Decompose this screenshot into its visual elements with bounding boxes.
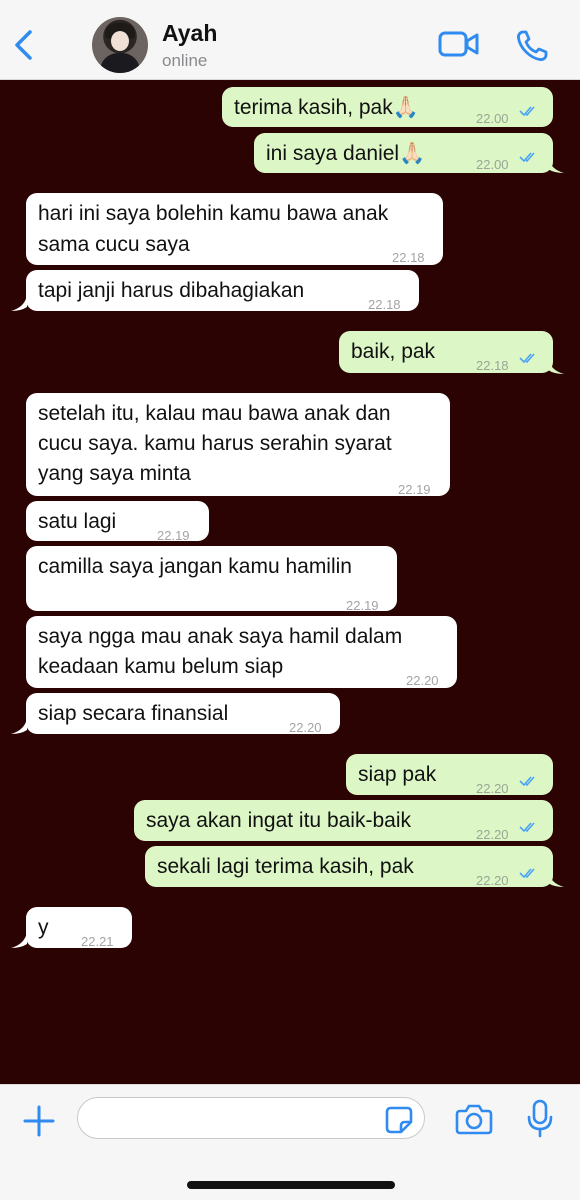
read-receipt-icon	[519, 822, 535, 833]
outgoing-message[interactable]: saya akan ingat itu baik-baik 22.20	[134, 800, 553, 842]
message-text-line: setelah itu, kalau mau bawa anak dan	[38, 402, 391, 425]
message-time: 22.18	[392, 250, 425, 265]
plus-icon	[23, 1105, 55, 1137]
bubble-tail	[548, 157, 564, 173]
message-input[interactable]	[77, 1097, 425, 1139]
bubble-tail	[548, 358, 564, 374]
message-text: terima kasih, pak🙏🏻	[234, 96, 419, 119]
incoming-message[interactable]: siap secara finansial 22.20	[26, 693, 340, 735]
contact-avatar[interactable]	[92, 17, 148, 73]
chat-header: Ayah online	[0, 0, 580, 80]
camera-button[interactable]	[455, 1103, 493, 1135]
message-text: baik, pak	[351, 340, 436, 363]
message-text-line: cucu saya. kamu harus serahin syarat	[38, 432, 392, 455]
incoming-message[interactable]: y 22.21	[26, 907, 132, 949]
video-call-icon	[438, 31, 479, 57]
message-text: sekali lagi terima kasih, pak	[157, 855, 414, 878]
message-time: 22.20	[289, 720, 322, 735]
message-text-line: saya ngga mau anak saya hamil dalam	[38, 625, 403, 648]
incoming-message[interactable]: saya ngga mau anak saya hamil dalam kead…	[26, 616, 457, 688]
video-call-button[interactable]	[438, 30, 480, 58]
incoming-message[interactable]: hari ini saya bolehin kamu bawa anak sam…	[26, 193, 443, 265]
contact-status: online	[162, 51, 208, 70]
sticker-button[interactable]	[384, 1105, 414, 1135]
outgoing-message[interactable]: sekali lagi terima kasih, pak 22.20	[145, 846, 553, 888]
voice-call-button[interactable]	[515, 29, 549, 63]
bubble-tail	[548, 871, 564, 887]
message-time: 22.00	[476, 111, 509, 126]
read-receipt-icon	[519, 106, 535, 117]
microphone-button[interactable]	[525, 1099, 555, 1139]
message-text: satu lagi	[38, 510, 117, 533]
message-time: 22.20	[406, 673, 439, 688]
incoming-message[interactable]: camilla saya jangan kamu hamilin 22.19	[26, 546, 397, 613]
message-time: 22.19	[398, 482, 431, 497]
camera-icon	[455, 1104, 493, 1135]
message-time: 22.20	[476, 873, 509, 888]
message-text-line: sama cucu saya	[38, 233, 190, 256]
read-receipt-icon	[519, 152, 535, 163]
message-time: 22.00	[476, 157, 509, 172]
outgoing-message[interactable]: ini saya daniel🙏🏻 22.00	[254, 133, 553, 173]
message-text: ini saya daniel🙏🏻	[266, 142, 426, 165]
message-text: tapi janji harus dibahagiakan	[38, 279, 305, 302]
chevron-left-icon	[15, 30, 32, 60]
bubble-tail	[11, 932, 27, 948]
read-receipt-icon	[519, 776, 535, 787]
read-receipt-icon	[519, 353, 535, 364]
chat-area[interactable]: terima kasih, pak🙏🏻 22.00 ini saya danie…	[0, 81, 580, 1084]
home-indicator	[187, 1181, 395, 1189]
attach-button[interactable]	[22, 1104, 56, 1138]
message-time: 22.18	[368, 297, 401, 312]
incoming-message[interactable]: satu lagi 22.19	[26, 501, 209, 543]
back-button[interactable]	[10, 24, 40, 64]
outgoing-message[interactable]: terima kasih, pak🙏🏻 22.00	[222, 87, 553, 127]
message-text: y	[38, 916, 49, 939]
incoming-message[interactable]: tapi janji harus dibahagiakan 22.18	[26, 270, 419, 312]
message-text: siap pak	[358, 763, 437, 786]
message-text: camilla saya jangan kamu hamilin	[38, 555, 352, 578]
message-text: saya akan ingat itu baik-baik	[146, 809, 411, 832]
message-text: siap secara finansial	[38, 702, 229, 725]
message-time: 22.21	[81, 934, 114, 949]
message-text-line: yang saya minta	[38, 462, 191, 485]
outgoing-message[interactable]: baik, pak 22.18	[339, 331, 553, 373]
bubble-tail	[11, 295, 27, 311]
message-text-line: hari ini saya bolehin kamu bawa anak	[38, 202, 389, 225]
message-time: 22.18	[476, 358, 509, 373]
microphone-icon	[527, 1099, 553, 1138]
contact-name[interactable]: Ayah	[162, 20, 217, 47]
phone-icon	[517, 30, 548, 61]
bubble-tail	[11, 718, 27, 734]
message-input-bar	[0, 1084, 580, 1200]
message-text-line: keadaan kamu belum siap	[38, 655, 284, 678]
sticker-icon	[385, 1106, 413, 1134]
incoming-message[interactable]: setelah itu, kalau mau bawa anak dan cuc…	[26, 393, 450, 497]
read-receipt-icon	[519, 868, 535, 879]
outgoing-message[interactable]: siap pak 22.20	[346, 754, 553, 796]
